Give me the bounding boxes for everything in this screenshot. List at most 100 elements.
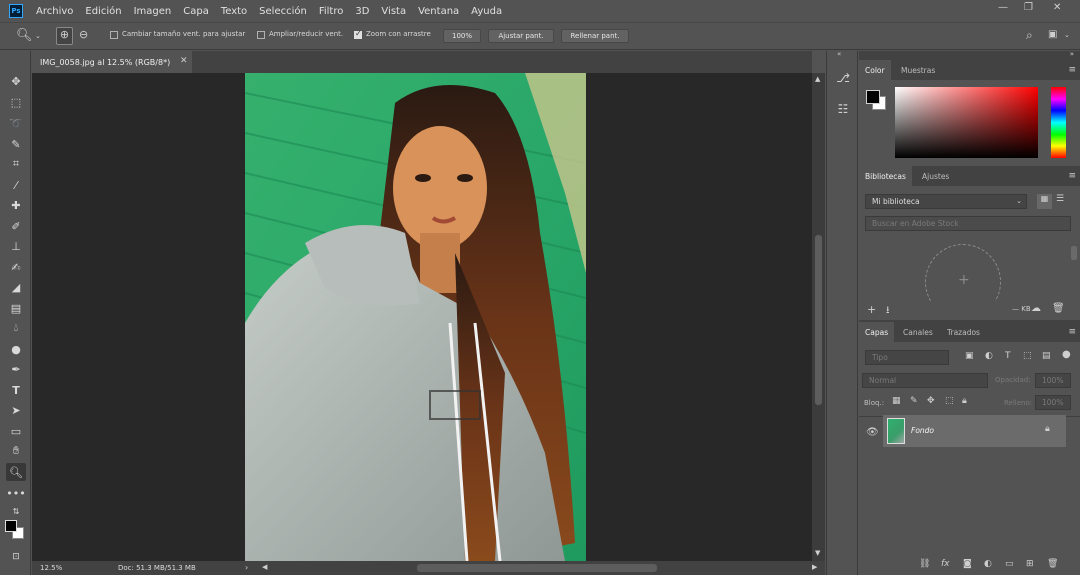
- eraser-tool-icon[interactable]: ◢: [6, 278, 26, 296]
- tab-paths[interactable]: Trazados: [941, 322, 986, 342]
- menu-filtro[interactable]: Filtro: [319, 6, 344, 17]
- restore-button[interactable]: ❐: [1024, 2, 1033, 13]
- crop-tool-icon[interactable]: ⌗: [6, 155, 26, 173]
- expand-panels-icon[interactable]: »: [1070, 50, 1074, 58]
- upload-icon[interactable]: ⭳: [886, 303, 890, 320]
- rectangle-tool-icon[interactable]: ▭: [6, 422, 26, 440]
- workspace-icon[interactable]: ▣: [1048, 29, 1057, 40]
- healing-brush-tool-icon[interactable]: ✚: [6, 196, 26, 214]
- filter-adjustment-icon[interactable]: ◐: [985, 351, 993, 361]
- delete-layer-icon[interactable]: 🗑︎: [1047, 559, 1058, 569]
- opacity-input[interactable]: 100%: [1035, 373, 1071, 388]
- menu-archivo[interactable]: Archivo: [36, 6, 73, 17]
- close-tab-icon[interactable]: ✕: [180, 56, 188, 66]
- delete-library-icon[interactable]: 🗑︎: [1052, 303, 1065, 314]
- layer-lock-icon[interactable]: 🔒︎: [1045, 424, 1050, 434]
- document-image[interactable]: [245, 73, 586, 561]
- new-layer-icon[interactable]: ⊞: [1026, 559, 1034, 569]
- menu-imagen[interactable]: Imagen: [134, 6, 172, 17]
- document-tab[interactable]: IMG_0058.jpg al 12.5% (RGB/8*) ✕: [32, 51, 192, 73]
- foreground-color-swatch[interactable]: [5, 520, 17, 532]
- scroll-right-icon[interactable]: ▶: [812, 563, 817, 571]
- vertical-scrollbar[interactable]: ▲ ▼: [812, 73, 825, 561]
- status-arrow-icon[interactable]: ›: [245, 563, 248, 572]
- filter-smart-object-icon[interactable]: ▤: [1042, 351, 1051, 361]
- menu-3d[interactable]: 3D: [355, 6, 369, 17]
- scroll-left-icon[interactable]: ◀: [262, 563, 267, 571]
- add-mask-icon[interactable]: ◙: [963, 559, 972, 569]
- menu-edicion[interactable]: Edición: [85, 6, 121, 17]
- search-icon[interactable]: ⌕: [1026, 28, 1033, 43]
- gradient-tool-icon[interactable]: ▤: [6, 299, 26, 317]
- fill-screen-button[interactable]: Rellenar pant.: [561, 29, 629, 43]
- lock-position-icon[interactable]: ✥: [927, 396, 935, 406]
- grid-view-icon[interactable]: ▦: [1037, 194, 1052, 209]
- zoom-tool-icon[interactable]: 🔍︎: [6, 463, 26, 481]
- dodge-tool-icon[interactable]: ●: [6, 340, 26, 358]
- tab-adjustments[interactable]: Ajustes: [916, 166, 955, 186]
- link-layers-icon[interactable]: ⛓: [919, 559, 930, 569]
- scroll-down-icon[interactable]: ▼: [815, 549, 820, 557]
- menu-capa[interactable]: Capa: [183, 6, 209, 17]
- default-colors-icon[interactable]: ⇅: [6, 502, 26, 520]
- vertical-scroll-thumb[interactable]: [815, 235, 822, 405]
- lock-transparent-icon[interactable]: ▦: [892, 396, 901, 406]
- tab-channels[interactable]: Canales: [897, 322, 939, 342]
- tab-swatches[interactable]: Muestras: [895, 60, 941, 80]
- zoom-all-windows-checkbox[interactable]: [257, 31, 265, 39]
- library-select[interactable]: Mi biblioteca ⌄: [865, 194, 1027, 209]
- layer-row[interactable]: Fondo 🔒︎: [883, 415, 1066, 447]
- menu-ayuda[interactable]: Ayuda: [471, 6, 502, 17]
- more-tools-icon[interactable]: •••: [6, 484, 26, 502]
- workspace-chevron-icon[interactable]: ⌄: [1064, 31, 1070, 39]
- menu-ventana[interactable]: Ventana: [418, 6, 459, 17]
- chevron-down-icon[interactable]: ⌄: [35, 32, 41, 40]
- new-group-icon[interactable]: ▭: [1005, 559, 1014, 569]
- color-panel-menu-icon[interactable]: ≡: [1068, 65, 1076, 75]
- tab-layers[interactable]: Capas: [859, 322, 895, 342]
- tab-color[interactable]: Color: [859, 60, 891, 80]
- horizontal-scroll-thumb[interactable]: [417, 564, 657, 572]
- scrubby-zoom-checkbox[interactable]: [354, 29, 362, 39]
- resize-windows-checkbox[interactable]: [110, 31, 118, 39]
- panel-foreground-swatch[interactable]: [866, 90, 880, 104]
- layer-filter-select[interactable]: Tipo: [865, 350, 949, 365]
- type-tool-icon[interactable]: T: [6, 381, 26, 399]
- blur-tool-icon[interactable]: 💧︎: [6, 319, 26, 337]
- color-picker-field[interactable]: [895, 87, 1038, 158]
- brush-tool-icon[interactable]: ✐: [6, 217, 26, 235]
- layers-panel-menu-icon[interactable]: ≡: [1068, 327, 1076, 337]
- properties-panel-icon[interactable]: ☷: [833, 99, 853, 119]
- menu-texto[interactable]: Texto: [221, 6, 247, 17]
- marquee-tool-icon[interactable]: ⬚: [6, 93, 26, 111]
- lock-artboard-icon[interactable]: ⬚: [945, 396, 954, 406]
- history-brush-tool-icon[interactable]: ✍: [6, 258, 26, 276]
- zoom-in-icon[interactable]: ⊕: [56, 27, 73, 45]
- blend-mode-select[interactable]: Normal: [862, 373, 988, 388]
- menu-seleccion[interactable]: Selección: [259, 6, 307, 17]
- libraries-panel-menu-icon[interactable]: ≡: [1068, 171, 1076, 181]
- filter-pixel-icon[interactable]: ▣: [965, 351, 974, 361]
- canvas-area[interactable]: [32, 73, 812, 561]
- zoom-100-button[interactable]: 100%: [443, 29, 481, 43]
- history-panel-icon[interactable]: ⎇: [833, 68, 853, 88]
- add-element-icon[interactable]: +: [867, 303, 876, 316]
- path-selection-tool-icon[interactable]: ➤: [6, 401, 26, 419]
- lasso-tool-icon[interactable]: ➰: [6, 114, 26, 132]
- lock-all-icon[interactable]: 🔒︎: [962, 396, 967, 406]
- layer-visibility-eye-icon[interactable]: 👁︎: [866, 427, 879, 438]
- menu-vista[interactable]: Vista: [381, 6, 406, 17]
- eyedropper-tool-icon[interactable]: ⁄: [6, 176, 26, 194]
- adjustment-layer-icon[interactable]: ◐: [984, 559, 992, 569]
- filter-shape-icon[interactable]: ⬚: [1023, 351, 1032, 361]
- quick-mask-icon[interactable]: ⊡: [6, 548, 26, 566]
- layer-name[interactable]: Fondo: [911, 426, 934, 435]
- stock-search-input[interactable]: Buscar en Adobe Stock: [865, 216, 1071, 231]
- layer-style-icon[interactable]: fx: [941, 559, 950, 569]
- hue-slider[interactable]: [1051, 87, 1066, 158]
- zoom-tool-preset-icon[interactable]: 🔍︎: [16, 28, 33, 43]
- pen-tool-icon[interactable]: ✒: [6, 360, 26, 378]
- minimize-button[interactable]: —: [998, 2, 1008, 13]
- tab-libraries[interactable]: Bibliotecas: [859, 166, 912, 186]
- close-window-button[interactable]: ✕: [1053, 2, 1061, 13]
